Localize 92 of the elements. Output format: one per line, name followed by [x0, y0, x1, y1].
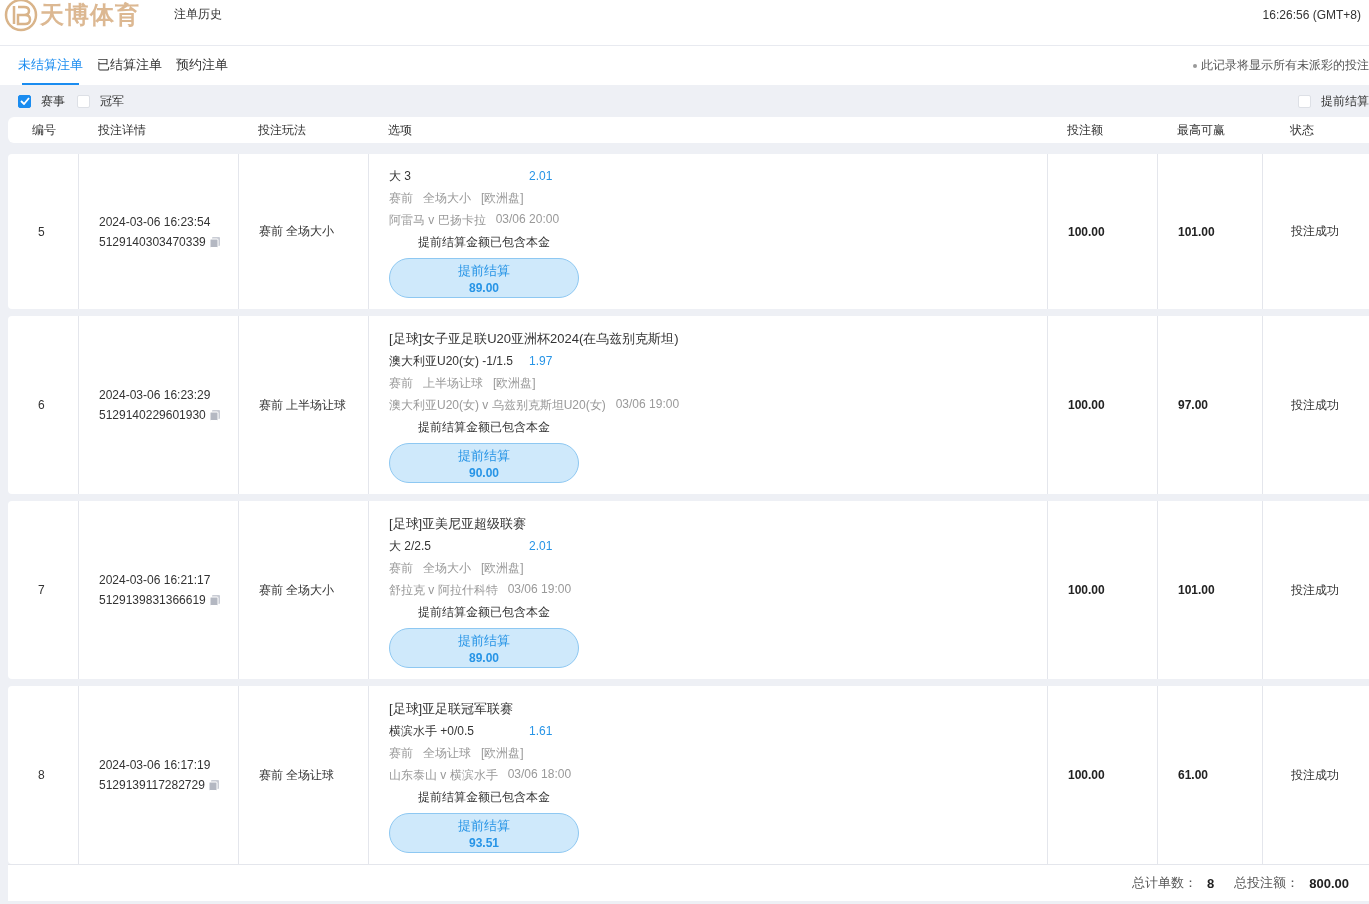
tab[interactable]: 预约注单	[170, 46, 234, 85]
odds: 1.61	[529, 724, 553, 738]
table-cell-text: 6	[37, 397, 46, 414]
odds: 2.01	[529, 169, 553, 183]
copy-icon	[208, 409, 221, 421]
total-stake-label: 总投注额：	[1234, 874, 1300, 892]
market-label: 赛前	[389, 375, 413, 392]
table-cell: 101.00	[1157, 154, 1262, 309]
market-label: 全场大小	[423, 190, 471, 207]
copy-icon	[208, 235, 221, 248]
odds: 2.01	[529, 539, 553, 553]
league-name: [足球]亚足联冠军联赛	[389, 700, 514, 718]
market-label: [欧洲盘]	[481, 745, 524, 762]
table-cell: 投注成功	[1262, 501, 1369, 679]
bet-pick: 大 2/2.5	[389, 538, 433, 555]
column-header: 编号	[31, 121, 57, 139]
column-header: 投注玩法	[257, 121, 307, 139]
match-teams: 阿雷马 v 巴扬卡拉	[389, 212, 486, 229]
table-cell-text: 5	[37, 223, 46, 241]
table-cell: 100.00	[1047, 316, 1157, 494]
cashout-button[interactable]: 提前结算 90.00	[389, 443, 579, 483]
market-label: 上半场让球	[423, 375, 483, 392]
bet-id: 5129140229601930	[99, 408, 206, 422]
match-teams: 山东泰山 v 横滨水手	[389, 767, 498, 784]
match-teams: 舒拉克 v 阿拉什科特	[389, 582, 498, 599]
market-label: 全场让球	[423, 745, 471, 762]
check-icon	[19, 97, 30, 105]
cashout-button[interactable]: 提前结算 89.00	[389, 628, 579, 668]
market-label: 赛前	[389, 190, 413, 207]
market-label: 赛前	[389, 560, 413, 577]
bet-pick: 澳大利亚U20(女) -1/1.5	[389, 353, 515, 370]
bet-time: 2024-03-06 16:23:54	[99, 214, 211, 229]
match-time: 03/06 20:00	[495, 212, 560, 228]
bet-time: 2024-03-06 16:23:29	[99, 388, 211, 402]
odds: 1.97	[529, 354, 553, 368]
league-name: [足球]女子亚足联U20亚洲杯2024(在乌兹别克斯坦)	[389, 330, 679, 348]
table-cell: 100.00	[1047, 501, 1157, 679]
column-header: 投注详情	[97, 121, 147, 139]
market-label: [欧洲盘]	[481, 560, 524, 577]
table-cell: 投注成功	[1262, 154, 1369, 309]
checkbox-label: 赛事	[41, 92, 65, 110]
table-cell: 赛前 全场大小	[238, 154, 368, 309]
market-label: 赛前	[389, 745, 413, 762]
table-cell: 97.00	[1157, 316, 1262, 494]
page-title: 注单历史	[174, 6, 222, 23]
copy-icon	[207, 779, 220, 791]
logo-icon	[4, 0, 38, 32]
match-time: 03/06 18:00	[507, 767, 572, 783]
bet-id: 5129140303470339	[99, 234, 206, 249]
bullet-icon	[1193, 63, 1197, 68]
match-teams: 澳大利亚U20(女) v 乌兹别克斯坦U20(女)	[389, 397, 606, 414]
cashout-note: 提前结算金额已包含本金	[418, 234, 550, 251]
bet-id: 5129139831366619	[99, 593, 206, 607]
bet-id: 5129139117282729	[99, 778, 205, 792]
tab[interactable]: 已结算注单	[91, 46, 168, 85]
tab[interactable]: 未结算注单	[12, 46, 89, 85]
bet-pick: 横滨水手 +0/0.5	[389, 723, 476, 740]
bet-pick: 大 3	[389, 168, 412, 185]
copy-icon	[208, 594, 221, 606]
market-label: 全场大小	[423, 560, 471, 577]
table-cell: 101.00	[1157, 501, 1262, 679]
checkbox[interactable]	[18, 94, 31, 108]
logo-text: 天博体育	[40, 0, 140, 30]
cashout-note: 提前结算金额已包含本金	[418, 419, 550, 436]
column-header: 投注额	[1066, 121, 1104, 139]
notice-text: 此记录将显示所有未派彩的投注	[1201, 57, 1369, 74]
checkbox-label: 冠军	[100, 92, 124, 110]
column-header: 选项	[387, 121, 413, 139]
column-header: 最高可赢	[1176, 121, 1226, 139]
bet-time: 2024-03-06 16:17:19	[99, 758, 211, 772]
clock-time: 16:26:56 (GMT+8)	[1262, 7, 1361, 22]
match-time: 03/06 19:00	[507, 582, 572, 598]
market-label: [欧洲盘]	[493, 375, 536, 392]
cashout-button[interactable]: 提前结算 93.51	[389, 813, 579, 853]
cashout-button[interactable]: 提前结算 89.00	[389, 258, 579, 298]
table-cell: 100.00	[1047, 154, 1157, 309]
table-cell: 赛前 全场大小	[238, 501, 368, 679]
cashout-note: 提前结算金额已包含本金	[418, 604, 550, 621]
table-cell-text: 8	[37, 767, 46, 784]
bet-time: 2024-03-06 16:21:17	[99, 573, 211, 587]
total-count-label: 总计单数：	[1132, 874, 1197, 892]
column-header: 状态	[1289, 121, 1315, 139]
market-label: [欧洲盘]	[481, 190, 524, 207]
match-time: 03/06 19:00	[615, 397, 680, 413]
total-count: 8	[1207, 875, 1215, 891]
total-stake: 800.00	[1309, 875, 1349, 891]
table-cell: 投注成功	[1262, 316, 1369, 494]
table-cell-text: 7	[37, 582, 46, 599]
cashout-note: 提前结算金额已包含本金	[418, 789, 550, 806]
league-name: [足球]亚美尼亚超级联赛	[389, 515, 527, 533]
checkbox-label: 提前结算	[1321, 92, 1369, 110]
table-cell: 赛前 上半场让球	[238, 316, 368, 494]
